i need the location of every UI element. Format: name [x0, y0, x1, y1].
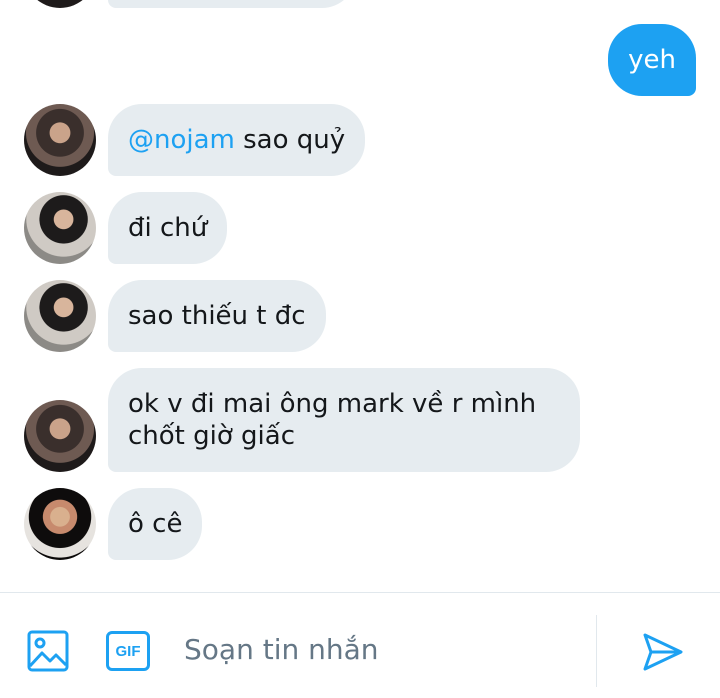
incoming-message: đi chứ — [108, 192, 228, 264]
message-list[interactable]: yeh @nojam sao quỷ đi chứ sao thiếu t đc… — [0, 0, 720, 592]
message-input[interactable] — [170, 623, 580, 675]
message-bubble — [108, 0, 356, 8]
divider — [596, 615, 597, 687]
avatar[interactable] — [24, 0, 96, 8]
avatar[interactable] — [24, 400, 96, 472]
incoming-message: sao thiếu t đc — [108, 280, 326, 352]
gif-button[interactable]: GIF — [106, 631, 150, 671]
image-icon[interactable] — [26, 629, 70, 673]
send-icon[interactable] — [640, 629, 686, 675]
message-composer: GIF — [0, 592, 720, 698]
avatar[interactable] — [24, 488, 96, 560]
mention-link[interactable]: @nojam — [128, 125, 235, 155]
incoming-message: @nojam sao quỷ — [108, 104, 366, 176]
message-text: sao quỷ — [234, 125, 346, 155]
avatar[interactable] — [24, 280, 96, 352]
avatar[interactable] — [24, 192, 96, 264]
outgoing-message: yeh — [608, 24, 696, 96]
incoming-message: ok v đi mai ông mark về r mình chốt giờ … — [108, 368, 580, 472]
incoming-message: ô cê — [108, 488, 203, 560]
avatar[interactable] — [24, 104, 96, 176]
